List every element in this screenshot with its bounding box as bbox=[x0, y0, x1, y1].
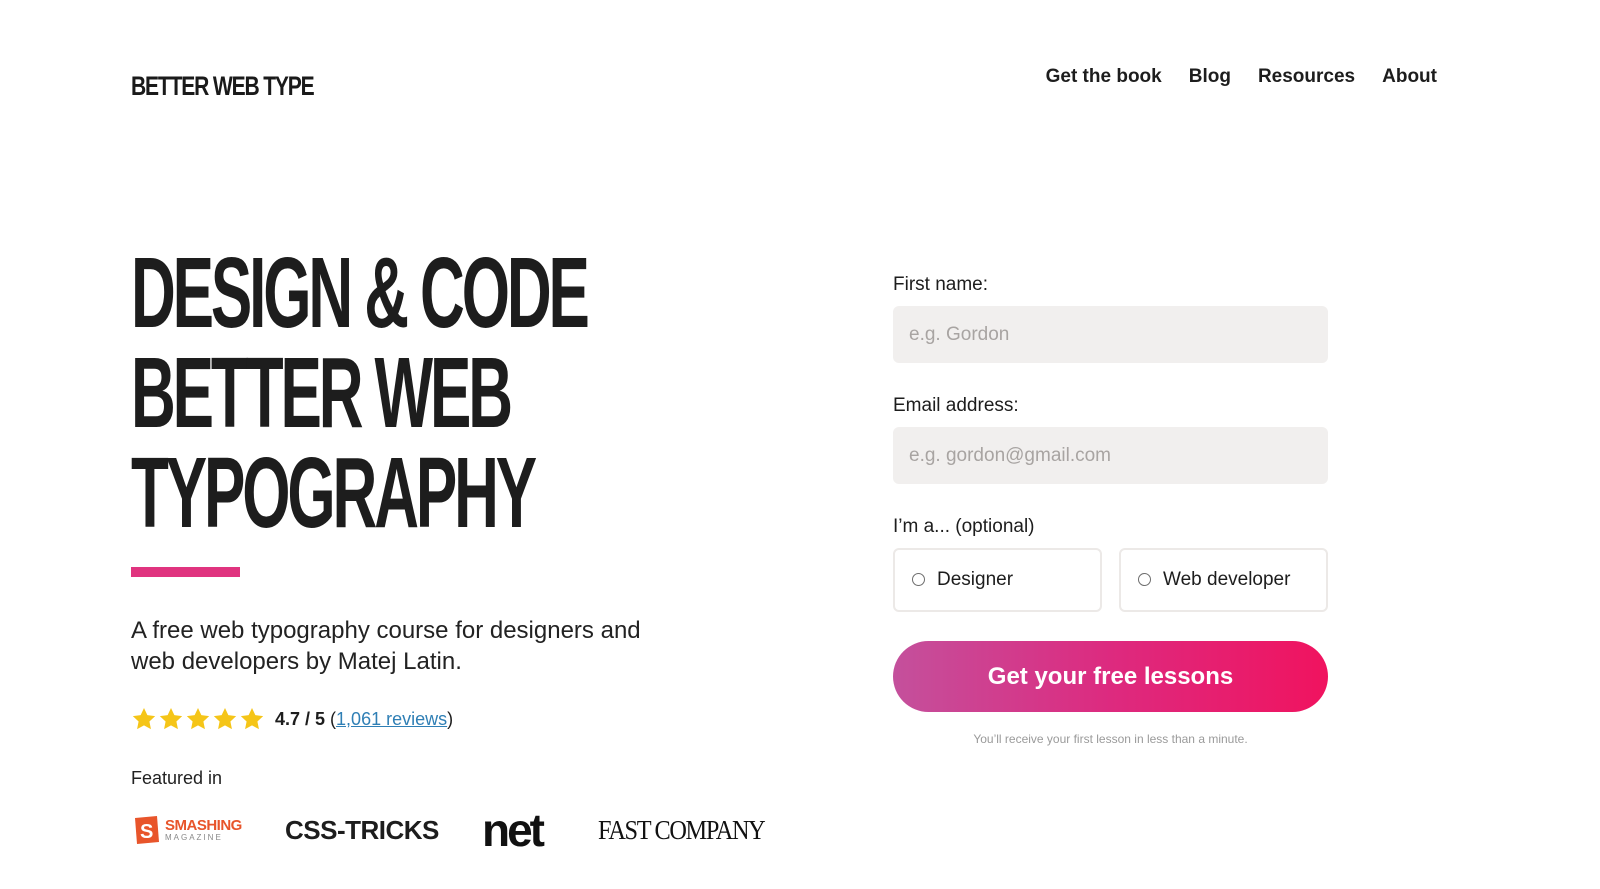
smashing-magazine-logo: S SMASHING MAGAZINE bbox=[131, 808, 242, 852]
star-icon bbox=[186, 707, 210, 730]
form-note: You’ll receive your first lesson in less… bbox=[973, 732, 1248, 746]
smashing-mark: S bbox=[140, 821, 153, 843]
smashing-bottom-text: MAGAZINE bbox=[165, 833, 223, 842]
star-icon bbox=[132, 707, 156, 730]
smashing-wordmark: SMASHING MAGAZINE bbox=[165, 818, 242, 842]
role-label: I’m a... (optional) bbox=[893, 516, 1035, 537]
headline-line-2: BETTER WEB bbox=[131, 337, 513, 449]
smashing-s-logo-icon: S bbox=[135, 816, 159, 844]
hero-subtitle: A free web typography course for designe… bbox=[131, 617, 641, 675]
headline-line-1: DESIGN & CODE bbox=[131, 237, 590, 349]
rating-close-paren: ) bbox=[447, 708, 454, 729]
headline-line-3: TYPOGRAPHY bbox=[131, 437, 537, 549]
main-nav: Get the book Blog Resources About bbox=[1046, 64, 1437, 90]
radio-unchecked-icon[interactable] bbox=[912, 572, 925, 586]
email-field[interactable] bbox=[893, 427, 1328, 484]
star-icon bbox=[240, 707, 264, 730]
first-name-field[interactable] bbox=[893, 306, 1328, 363]
accent-divider bbox=[131, 567, 240, 577]
featured-in-label: Featured in bbox=[131, 768, 223, 788]
reviews-link[interactable]: 1,061 reviews bbox=[336, 709, 447, 730]
nav-resources[interactable]: Resources bbox=[1258, 64, 1355, 90]
get-free-lessons-button[interactable]: Get your free lessons bbox=[893, 641, 1328, 712]
nav-get-the-book[interactable]: Get the book bbox=[1046, 64, 1162, 90]
rating-stars bbox=[131, 706, 265, 732]
star-icon bbox=[159, 707, 183, 730]
role-option-label: Web developer bbox=[1163, 569, 1291, 590]
rating-summary: 4.7 / 5 ( 1,061 reviews ) bbox=[131, 706, 453, 732]
email-label: Email address: bbox=[893, 395, 1019, 416]
smashing-top-text: SMASHING bbox=[165, 817, 242, 834]
site-logo[interactable]: BETTER WEB TYPE bbox=[131, 68, 315, 104]
hero-headline: DESIGN & CODE BETTER WEB TYPOGRAPHY bbox=[131, 237, 590, 549]
net-magazine-logo: net bbox=[482, 804, 545, 856]
radio-unchecked-icon[interactable] bbox=[1138, 572, 1151, 586]
nav-about[interactable]: About bbox=[1382, 64, 1437, 90]
css-tricks-logo: CSS-TRICKS bbox=[285, 814, 439, 845]
role-option-web-developer[interactable]: Web developer bbox=[1119, 548, 1328, 612]
star-icon bbox=[213, 707, 237, 730]
rating-score: 4.7 / 5 bbox=[275, 708, 326, 729]
role-option-label: Designer bbox=[937, 569, 1014, 590]
role-option-designer[interactable]: Designer bbox=[893, 548, 1102, 612]
fast-company-logo: FAST COMPANY bbox=[598, 814, 766, 845]
nav-blog[interactable]: Blog bbox=[1189, 64, 1231, 90]
first-name-label: First name: bbox=[893, 274, 989, 295]
